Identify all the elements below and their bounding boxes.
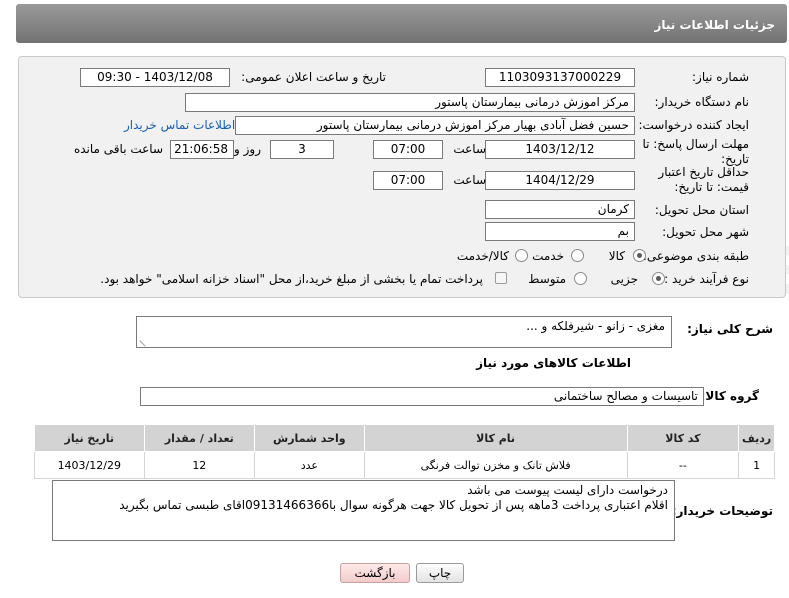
general-desc-box: مغزی - زانو - شیرفلکه و ... (136, 316, 672, 348)
print-button[interactable]: چاپ (416, 563, 464, 583)
requester-label: ایجاد کننده درخواست: (638, 118, 749, 132)
table-header-row: ردیف کد کالا نام کالا واحد شمارش تعداد /… (34, 424, 775, 452)
days-remaining-field: 3 (270, 140, 334, 159)
category-goods-radio[interactable] (633, 249, 646, 262)
reply-time-label: ساعت (453, 142, 486, 156)
general-desc-label: شرح کلی نیاز: (687, 322, 773, 336)
process-partial-radio[interactable] (652, 272, 665, 285)
contact-info-link[interactable]: اطلاعات تماس خریدار (124, 118, 235, 132)
goods-table: ردیف کد کالا نام کالا واحد شمارش تعداد /… (34, 424, 775, 479)
announce-datetime-label: تاریخ و ساعت اعلان عمومی: (241, 70, 386, 84)
category-goods-service-label: کالا/خدمت (456, 249, 509, 263)
need-number-field: 1103093137000229 (485, 68, 635, 87)
reply-date-field: 1403/12/12 (485, 140, 635, 159)
buyer-notes-label: توضیحات خریدار: (671, 504, 773, 518)
treasury-checkbox[interactable] (495, 272, 507, 284)
cell-name: فلاش تانک و مخزن توالت فرنگی (363, 451, 628, 479)
category-label: طبقه بندی موضوعی: (642, 249, 749, 263)
days-label: روز و (234, 142, 261, 156)
city-label: شهر محل تحویل: (662, 225, 749, 239)
category-goods-label: کالا (608, 249, 625, 263)
category-goods-service-radio[interactable] (515, 249, 528, 262)
process-partial-label: جزیی (610, 272, 638, 286)
col-header-code: کد کالا (626, 424, 740, 452)
page-title: جزئیات اطلاعات نیاز (654, 18, 775, 32)
province-label: استان محل تحویل: (654, 203, 749, 217)
col-header-date: تاریخ نیاز (34, 424, 145, 452)
goods-group-field: تاسیسات و مصالح ساختمانی (140, 387, 704, 406)
back-button[interactable]: بازگشت (340, 563, 410, 583)
goods-group-label: گروه کالا: (700, 389, 759, 403)
treasury-note: پرداخت تمام یا بخشی از مبلغ خرید،از محل … (100, 272, 483, 286)
need-number-label: شماره نیاز: (692, 70, 749, 84)
buyer-notes-box: درخواست دارای لیست پیوست می باشد اقلام ا… (52, 480, 675, 541)
category-service-label: خدمت (532, 249, 564, 263)
process-medium-radio[interactable] (574, 272, 587, 285)
col-header-qty: تعداد / مقدار (143, 424, 256, 452)
price-validity-label: حداقل تاریخ اعتبار قیمت: تا تاریخ: (658, 165, 749, 194)
reply-deadline-label: مهلت ارسال پاسخ: تا تاریخ: (642, 137, 749, 166)
process-type-label: نوع فرآیند خرید : (664, 272, 749, 286)
validity-date-field: 1404/12/29 (485, 171, 635, 190)
validity-time-field: 07:00 (373, 171, 443, 190)
buyer-notes-line-2: اقلام اعتباری پرداخت 3ماهه پس از تحویل ک… (119, 498, 668, 512)
buyer-org-label: نام دستگاه خریدار: (654, 95, 750, 109)
time-remaining-label: ساعت باقی مانده (73, 142, 163, 156)
goods-info-heading: اطلاعات کالاهای مورد نیاز (476, 356, 631, 370)
category-service-radio[interactable] (571, 249, 584, 262)
validity-time-label: ساعت (453, 173, 486, 187)
announce-datetime-field: 1403/12/08 - 09:30 (80, 68, 230, 87)
process-medium-label: متوسط (528, 272, 566, 286)
buyer-org-field: مرکز اموزش درمانی بیمارستان پاستور (185, 93, 635, 112)
table-row: 1 -- فلاش تانک و مخزن توالت فرنگی عدد 12… (34, 451, 775, 479)
buyer-notes-line-1: درخواست دارای لیست پیوست می باشد (467, 483, 668, 497)
col-header-row: ردیف (738, 424, 775, 452)
reply-time-field: 07:00 (373, 140, 443, 159)
cell-code: -- (626, 451, 740, 479)
page-header: جزئیات اطلاعات نیاز (16, 4, 787, 43)
city-field: بم (485, 222, 635, 241)
cell-row: 1 (738, 451, 775, 479)
requester-field: حسین فضل آبادی بهیار مرکز اموزش درمانی ب… (235, 116, 635, 135)
cell-unit: عدد (254, 451, 365, 479)
col-header-name: نام کالا (363, 424, 628, 452)
general-desc-text: مغزی - زانو - شیرفلکه و ... (526, 319, 665, 333)
time-remaining-field: 21:06:58 (170, 140, 234, 159)
province-field: کرمان (485, 200, 635, 219)
cell-date: 1403/12/29 (34, 451, 145, 479)
col-header-unit: واحد شمارش (254, 424, 365, 452)
cell-qty: 12 (143, 451, 256, 479)
